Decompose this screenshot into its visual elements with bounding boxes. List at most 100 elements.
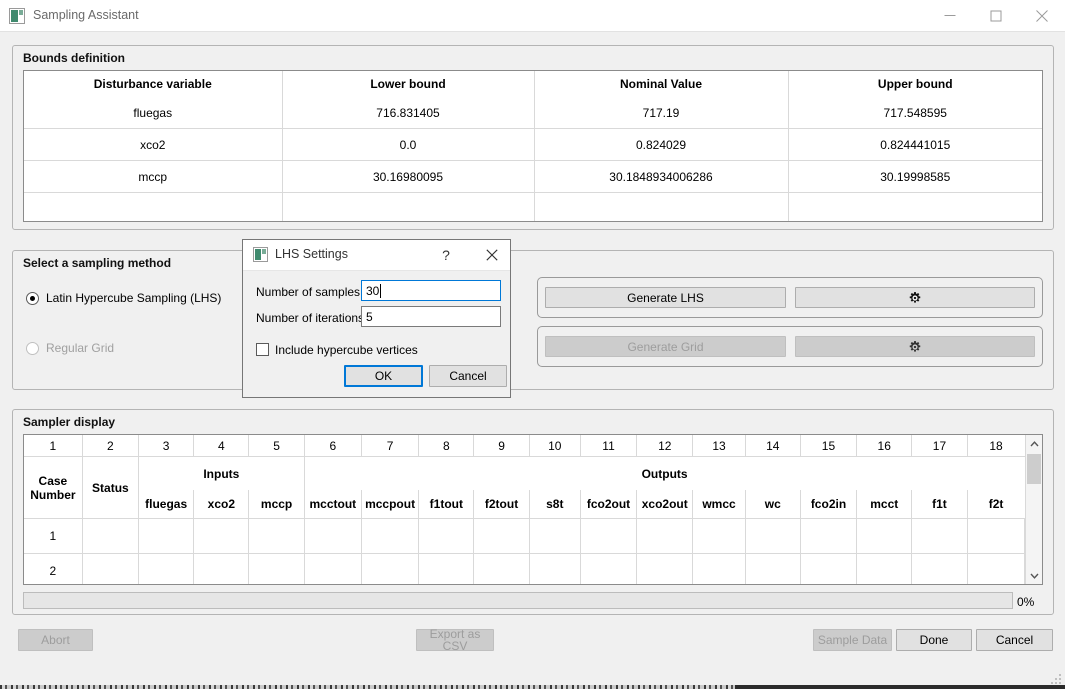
dialog-cancel-button[interactable]: Cancel (429, 365, 507, 387)
sampler-colnum-11[interactable]: 11 (580, 435, 638, 457)
dialog-cancel-label: Cancel (449, 369, 487, 383)
sampler-header-f1t: f1t (911, 490, 968, 519)
close-button[interactable] (1019, 0, 1065, 31)
export-as-csv-button: Export as CSV (416, 628, 494, 652)
gear-icon (909, 291, 921, 303)
sampler-header-wmcc: wmcc (692, 490, 746, 519)
app-icon (253, 247, 268, 262)
sampler-colnum-6[interactable]: 6 (304, 435, 362, 457)
window-titlebar: Sampling Assistant (0, 0, 1065, 32)
sampler-cell-status (82, 553, 140, 584)
bounds-cell-variable: xco2 (24, 128, 283, 161)
number-of-iterations-value: 5 (366, 309, 373, 324)
sampler-colnum-2[interactable]: 2 (82, 435, 140, 457)
case-number-line1: Case (38, 473, 68, 488)
bounds-header-row: Disturbance variable Lower bound Nominal… (24, 71, 1042, 97)
sampler-group-outputs: Outputs (304, 456, 1025, 490)
gear-icon (909, 340, 921, 352)
table-row[interactable]: 1 (24, 518, 1026, 554)
maximize-button[interactable] (973, 0, 1019, 31)
sampler-colnum-10[interactable]: 10 (529, 435, 581, 457)
sampler-colnum-1[interactable]: 1 (24, 435, 83, 457)
sampler-group-title: Sampler display (23, 415, 116, 429)
sampler-colnum-12[interactable]: 12 (636, 435, 694, 457)
bounds-col-header-3: Upper bound (788, 71, 1042, 97)
chevron-down-icon (1029, 573, 1039, 579)
close-icon (486, 249, 498, 261)
sampler-header-case-number: Case Number (24, 456, 83, 519)
sampler-table[interactable]: 1 2 3 4 5 6 7 8 9 10 11 12 13 14 15 16 1 (23, 434, 1043, 585)
sampler-colnum-3[interactable]: 3 (138, 435, 195, 457)
sampler-colnum-13[interactable]: 13 (692, 435, 746, 457)
bounds-col-header-2: Nominal Value (534, 71, 789, 97)
bounds-cell-upper: 30.19998585 (788, 160, 1042, 193)
include-hypercube-vertices-label: Include hypercube vertices (275, 343, 418, 357)
sampler-colnum-9[interactable]: 9 (473, 435, 530, 457)
radio-latin-hypercube-sampling[interactable]: Latin Hypercube Sampling (LHS) (26, 291, 276, 307)
abort-label: Abort (41, 633, 70, 647)
sampler-colnum-15[interactable]: 15 (800, 435, 858, 457)
sampler-header-wc: wc (745, 490, 801, 519)
sampler-header-fluegas: fluegas (138, 490, 195, 519)
radio-regular-grid-mark (26, 342, 39, 355)
include-hypercube-vertices-checkbox[interactable] (256, 343, 269, 356)
number-of-iterations-label: Number of iterations: (256, 311, 368, 325)
dialog-ok-button[interactable]: OK (344, 365, 423, 387)
sampler-colnum-7[interactable]: 7 (361, 435, 420, 457)
radio-lhs-mark[interactable] (26, 292, 39, 305)
table-row[interactable]: 2 (24, 553, 1026, 584)
lhs-settings-gear-button[interactable] (795, 287, 1035, 308)
cancel-button[interactable]: Cancel (976, 629, 1053, 651)
scroll-up-button[interactable] (1026, 435, 1042, 452)
sampler-header-mccpout: mccpout (361, 490, 420, 519)
sampler-vertical-scrollbar[interactable] (1025, 435, 1042, 584)
table-row[interactable]: fluegas 716.831405 717.19 717.548595 (24, 97, 1042, 129)
sampler-variable-header-row: fluegas xco2 mccp mcctout mccpout f1tout… (24, 490, 1025, 519)
minimize-icon (944, 14, 956, 16)
app-icon (9, 8, 25, 24)
maximize-icon (990, 10, 1002, 21)
sampler-colnum-8[interactable]: 8 (418, 435, 475, 457)
abort-button: Abort (18, 629, 93, 651)
bounds-col-header-0: Disturbance variable (24, 71, 283, 97)
dialog-title: LHS Settings (275, 247, 348, 261)
scrollbar-thumb[interactable] (1027, 454, 1041, 484)
bounds-cell-upper: 0.824441015 (788, 128, 1042, 161)
sampler-header-f2tout: f2tout (473, 490, 530, 519)
table-row[interactable]: xco2 0.0 0.824029 0.824441015 (24, 128, 1042, 161)
generate-lhs-button[interactable]: Generate LHS (545, 287, 786, 308)
sampler-header-s8t: s8t (529, 490, 581, 519)
resize-grip[interactable] (1049, 672, 1061, 684)
sampler-cell-status (82, 518, 140, 554)
bounds-cell-nominal: 0.824029 (534, 128, 789, 161)
sampler-colnum-18[interactable]: 18 (967, 435, 1025, 457)
sampler-header-fco2out: fco2out (580, 490, 638, 519)
dialog-close-button[interactable] (474, 240, 510, 270)
bounds-cell-nominal: 717.19 (534, 97, 789, 129)
sampler-header-mcctout: mcctout (304, 490, 362, 519)
sampler-colnum-17[interactable]: 17 (911, 435, 968, 457)
sampler-column-number-row: 1 2 3 4 5 6 7 8 9 10 11 12 13 14 15 16 1 (24, 435, 1025, 457)
bounds-cell-variable: fluegas (24, 97, 283, 129)
number-of-samples-input[interactable]: 30 (361, 280, 501, 301)
help-button[interactable]: ? (428, 240, 464, 270)
number-of-iterations-input[interactable]: 5 (361, 306, 501, 327)
sampler-header-mcct: mcct (856, 490, 913, 519)
radio-lhs-label: Latin Hypercube Sampling (LHS) (46, 291, 222, 305)
done-button[interactable]: Done (896, 629, 972, 651)
table-row[interactable]: mccp 30.16980095 30.1848934006286 30.199… (24, 160, 1042, 193)
minimize-button[interactable] (927, 0, 973, 31)
scroll-down-button[interactable] (1026, 567, 1042, 584)
bounds-table[interactable]: Disturbance variable Lower bound Nominal… (23, 70, 1043, 222)
sampler-colnum-4[interactable]: 4 (193, 435, 250, 457)
sampler-cell-case: 1 (24, 518, 83, 554)
sampling-assistant-window: Sampling Assistant Bounds definition Dis… (0, 0, 1065, 689)
sampler-colnum-16[interactable]: 16 (856, 435, 913, 457)
window-title: Sampling Assistant (33, 8, 139, 22)
number-of-samples-label: Number of samples: (256, 285, 364, 299)
sampler-group-header-row: Case Number Status Inputs Outputs (24, 456, 1025, 519)
sampler-header-f2t: f2t (967, 490, 1025, 519)
generate-grid-label: Generate Grid (627, 339, 704, 354)
sampler-colnum-5[interactable]: 5 (248, 435, 305, 457)
sampler-colnum-14[interactable]: 14 (745, 435, 801, 457)
